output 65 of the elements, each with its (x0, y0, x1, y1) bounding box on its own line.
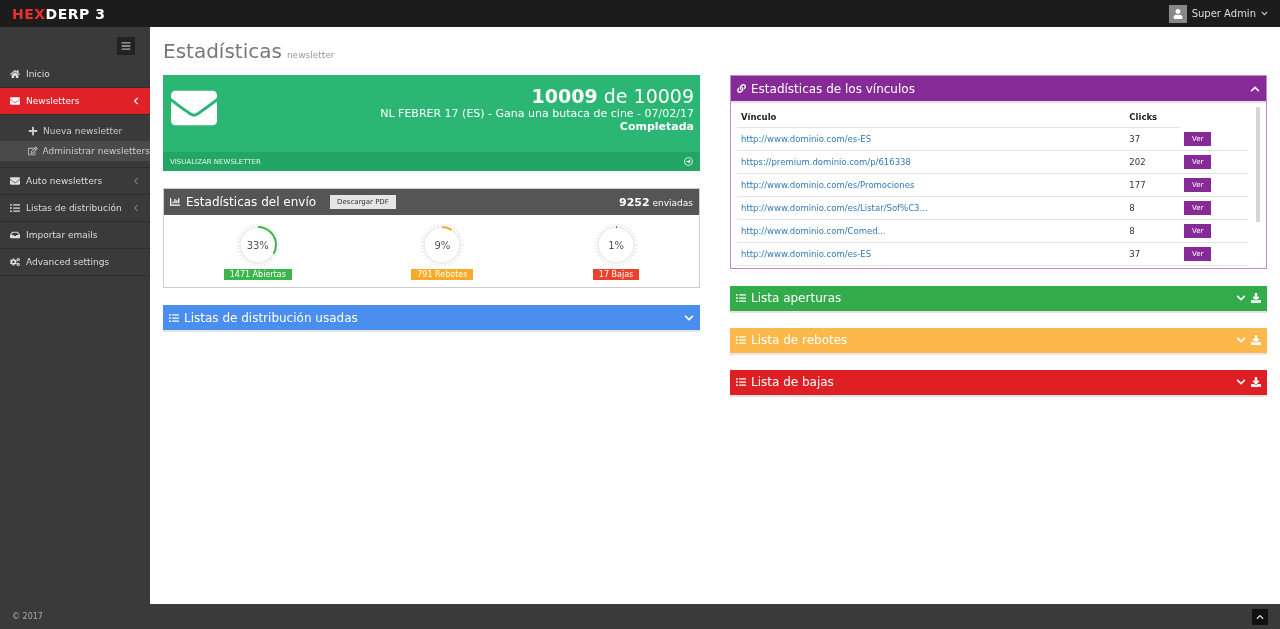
arrow-right-icon (684, 157, 693, 166)
percent-value: 9% (434, 239, 451, 251)
list-icon (10, 203, 20, 213)
scrollbar[interactable] (1256, 107, 1260, 222)
menu-button[interactable] (117, 37, 135, 55)
count-label: 791 Rebotes (411, 269, 474, 280)
download-icon[interactable] (1251, 293, 1261, 303)
progress-ring (594, 223, 639, 267)
sent-total: 9252 enviadas (619, 195, 693, 209)
edit-icon (28, 146, 38, 156)
table-cell: 177 (1125, 173, 1180, 196)
envelope-icon (10, 176, 20, 186)
plus-icon (28, 126, 38, 136)
list-icon (169, 312, 179, 323)
list-icon (736, 335, 746, 345)
progress-ring (420, 223, 465, 267)
table-cell: 202 (1125, 150, 1180, 173)
status-text: Completada (619, 120, 694, 133)
page-subtitle: newsletter (286, 50, 335, 60)
table-cell: 8 (1125, 196, 1180, 219)
page-title: Estadísticas (163, 39, 282, 63)
url-link[interactable]: http://www.dominio.com/es-ES (741, 248, 872, 259)
chevron-down-icon[interactable] (684, 312, 694, 323)
url-link[interactable]: http://www.dominio.com/es/Promociones (741, 179, 915, 190)
table-cell: 37 (1125, 127, 1180, 150)
table-cell: 37 (1125, 242, 1180, 265)
inbox-icon (10, 230, 20, 240)
chevron-down-icon[interactable] (1236, 293, 1246, 303)
url-link[interactable]: http://www.dominio.com/es-ES (741, 133, 872, 144)
gears-icon (10, 257, 20, 267)
percent-value: 33% (246, 239, 269, 251)
chevron-down-icon (1261, 10, 1268, 17)
card-title: Estadísticas del envío (186, 195, 317, 209)
app-logo: HEXDERP 3 (12, 5, 106, 22)
sent-count: 10009 de 10009 (531, 85, 694, 107)
download-icon[interactable] (1251, 377, 1261, 387)
list-icon (736, 293, 746, 303)
progress-ring (235, 223, 280, 267)
chevron-down-icon[interactable] (1236, 377, 1246, 387)
chevron-up-icon (1256, 612, 1264, 621)
link-icon (737, 84, 746, 93)
chart-icon (170, 197, 180, 207)
newsletter-name: NL FEBRER 17 (ES) - Gana una butaca de cine - 07/02/17 (380, 107, 694, 120)
count-label: 1471 Abiertas (223, 269, 292, 280)
percent-value: 1% (608, 239, 624, 251)
url-link[interactable]: https://premium.dominio.com/p/616338 (741, 156, 911, 167)
nav-subitem[interactable]: Administrar newsletters (0, 141, 150, 161)
url-link[interactable]: http://www.dominio.com/es/Listar/Sof%C3... (741, 202, 928, 213)
menu-icon (121, 41, 131, 51)
column-header: Clicks (1125, 107, 1180, 128)
home-icon (10, 69, 20, 79)
collapsible-panel-header[interactable]: Lista de bajas (730, 369, 1267, 395)
count-label: 17 Bajas (592, 269, 640, 280)
url-link[interactable]: http://www.dominio.com/Comed... (741, 225, 886, 236)
scroll-top-button[interactable] (1252, 608, 1268, 625)
collapsible-panel-header[interactable]: Estadísticas de los vínculos (731, 76, 1266, 101)
user-menu[interactable]: Super Admin (1168, 4, 1268, 23)
copyright-text: © 2017 (12, 612, 43, 621)
nav-subitem[interactable]: Nueva newsletter (0, 121, 150, 141)
envelope-icon (10, 96, 20, 106)
table-cell: 8 (1125, 219, 1180, 242)
nav-item[interactable]: Newsletters (0, 88, 150, 115)
avatar (1168, 4, 1187, 23)
list-icon (736, 377, 746, 387)
column-header: Vínculo (737, 107, 1126, 128)
